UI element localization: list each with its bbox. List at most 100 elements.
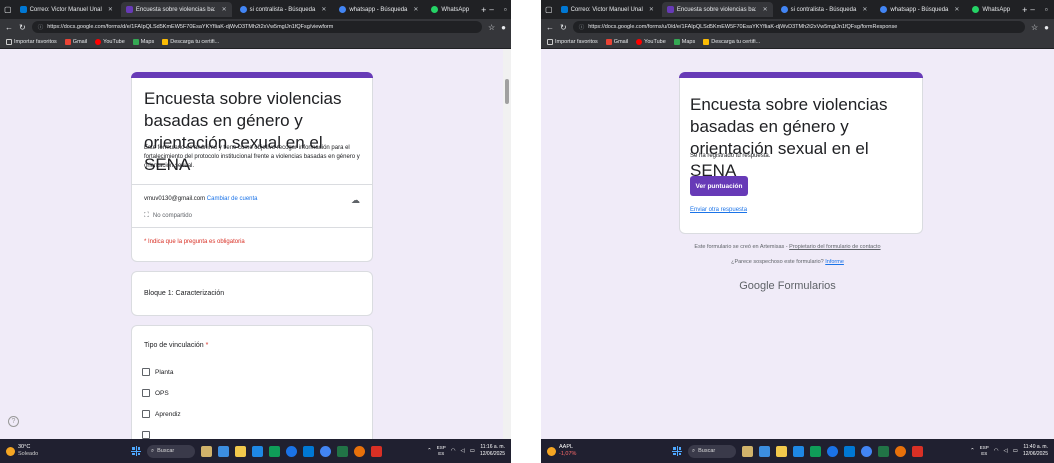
bookmark-gmail[interactable]: Gmail: [64, 38, 87, 45]
checkbox[interactable]: [142, 431, 150, 439]
bookmark-youtube[interactable]: YouTube: [636, 38, 666, 45]
option-planta[interactable]: Planta: [142, 368, 173, 376]
url-field[interactable]: ⓘ https://docs.google.com/forms/d/e/1FAIp…: [31, 21, 482, 33]
app-icon[interactable]: [269, 445, 280, 457]
reload-icon[interactable]: ↻: [19, 23, 26, 32]
contact-owner-link[interactable]: Propietario del formulario de contacto: [789, 244, 880, 250]
minimize-icon[interactable]: –: [1030, 5, 1034, 14]
checkbox[interactable]: [142, 389, 150, 397]
submit-another-link[interactable]: Enviar otra respuesta: [690, 207, 747, 213]
tab-whatsapp[interactable]: WhatsApp: [426, 2, 474, 17]
new-tab-button[interactable]: +: [1022, 5, 1027, 15]
tab-search-whatsapp[interactable]: whatsapp - Búsqueda ✕: [875, 2, 964, 17]
tab-search-contralista[interactable]: si contralista - Búsqueda ✕: [235, 2, 332, 17]
language-indicator[interactable]: ESP ES: [980, 445, 989, 457]
scrollbar-thumb[interactable]: [505, 79, 509, 104]
taskbar-search[interactable]: ⌕ Buscar: [147, 444, 195, 458]
bookmark-gmail[interactable]: Gmail: [605, 38, 628, 45]
tab-actions-icon[interactable]: ▢: [545, 5, 553, 14]
battery-icon[interactable]: ▭: [1013, 448, 1018, 454]
close-icon[interactable]: ✕: [108, 6, 113, 13]
close-icon[interactable]: ✕: [321, 6, 326, 13]
chevron-up-icon[interactable]: ⌃: [970, 448, 975, 454]
store-app-icon[interactable]: [252, 445, 263, 457]
tab-forms[interactable]: Encuesta sobre violencias ba: ✕: [120, 2, 232, 17]
outlook-app-icon[interactable]: [844, 445, 855, 457]
volume-icon[interactable]: ◁: [1004, 448, 1008, 454]
battery-icon[interactable]: ▭: [470, 448, 475, 454]
maximize-icon[interactable]: ▫: [504, 5, 507, 14]
wifi-icon[interactable]: ◠: [994, 448, 999, 454]
report-link[interactable]: Informe: [825, 259, 844, 265]
view-score-button[interactable]: Ver puntuación: [690, 176, 748, 196]
tab-forms[interactable]: Encuesta sobre violencias ba: ✕: [661, 2, 773, 17]
profile-icon[interactable]: ●: [1044, 23, 1049, 32]
outlook-app-icon[interactable]: [303, 445, 314, 457]
tab-whatsapp[interactable]: WhatsApp: [967, 2, 1015, 17]
tab-outlook[interactable]: Correo: Victor Manuel Unal ✕: [15, 2, 118, 17]
widgets-app-icon[interactable]: [742, 445, 753, 457]
close-icon[interactable]: ✕: [413, 6, 418, 13]
file-explorer-icon[interactable]: [776, 445, 787, 457]
close-icon[interactable]: ✕: [222, 6, 227, 13]
pdf-icon[interactable]: [371, 445, 382, 457]
close-icon[interactable]: ✕: [862, 6, 867, 13]
new-tab-button[interactable]: +: [481, 5, 486, 15]
reload-icon[interactable]: ↻: [560, 23, 567, 32]
profile-icon[interactable]: ●: [501, 23, 506, 32]
star-icon[interactable]: ☆: [488, 23, 495, 32]
option-aprendiz[interactable]: Aprendiz: [142, 410, 181, 418]
clock[interactable]: 11:40 a. m. 12/06/2025: [1023, 444, 1048, 458]
bookmark-youtube[interactable]: YouTube: [95, 38, 125, 45]
taskbar-search[interactable]: ⌕ Buscar: [688, 444, 736, 458]
close-icon[interactable]: ✕: [649, 6, 654, 13]
tab-outlook[interactable]: Correo: Victor Manuel Unal ✕: [556, 2, 659, 17]
close-icon[interactable]: ✕: [954, 6, 959, 13]
volume-icon[interactable]: ◁: [461, 448, 465, 454]
excel-icon[interactable]: [878, 445, 889, 457]
site-info-icon[interactable]: ⓘ: [38, 23, 44, 31]
back-icon[interactable]: ←: [5, 23, 13, 32]
bookmark-certificate[interactable]: Descarga tu certifi...: [703, 38, 760, 45]
chevron-up-icon[interactable]: ⌃: [427, 448, 432, 454]
checkbox[interactable]: [142, 368, 150, 376]
app-icon[interactable]: [895, 445, 906, 457]
chrome-icon[interactable]: [320, 445, 331, 457]
star-icon[interactable]: ☆: [1031, 23, 1038, 32]
tab-actions-icon[interactable]: ▢: [4, 5, 12, 14]
option-ops[interactable]: OPS: [142, 389, 169, 397]
language-indicator[interactable]: ESP ES: [437, 445, 446, 457]
file-explorer-icon[interactable]: [235, 445, 246, 457]
site-info-icon[interactable]: ⓘ: [579, 23, 585, 31]
maximize-icon[interactable]: ▫: [1045, 5, 1048, 14]
bookmark-import[interactable]: Importar favoritos: [6, 38, 57, 45]
app-icon[interactable]: [354, 445, 365, 457]
app-icon[interactable]: [810, 445, 821, 457]
wifi-icon[interactable]: ◠: [451, 448, 456, 454]
edge-icon[interactable]: [286, 445, 297, 457]
minimize-icon[interactable]: –: [489, 5, 493, 14]
scrollbar[interactable]: [503, 49, 511, 439]
bookmark-maps[interactable]: Maps: [673, 38, 695, 45]
weather-widget[interactable]: 30°C Soleado: [6, 444, 76, 458]
url-field[interactable]: ⓘ https://docs.google.com/forms/u/0/d/e/1…: [572, 21, 1025, 33]
tab-search-whatsapp[interactable]: whatsapp - Búsqueda ✕: [334, 2, 423, 17]
help-icon[interactable]: ?: [8, 416, 19, 427]
bookmark-maps[interactable]: Maps: [132, 38, 154, 45]
task-view-icon[interactable]: [759, 445, 770, 457]
switch-account-link[interactable]: Cambiar de cuenta: [207, 196, 258, 202]
task-view-icon[interactable]: [218, 445, 229, 457]
close-icon[interactable]: ✕: [763, 6, 768, 13]
excel-icon[interactable]: [337, 445, 348, 457]
store-app-icon[interactable]: [793, 445, 804, 457]
clock[interactable]: 11:16 a. m. 12/06/2025: [480, 444, 505, 458]
windows-start-icon[interactable]: [672, 446, 682, 456]
option-partial[interactable]: [142, 431, 150, 439]
windows-start-icon[interactable]: [131, 446, 141, 456]
stock-widget[interactable]: AAPL -1,07%: [547, 444, 617, 458]
tab-search-contralista[interactable]: si contralista - Búsqueda ✕: [776, 2, 873, 17]
bookmark-certificate[interactable]: Descarga tu certifi...: [162, 38, 219, 45]
back-icon[interactable]: ←: [546, 23, 554, 32]
edge-icon[interactable]: [827, 445, 838, 457]
bookmark-import[interactable]: Importar favoritos: [547, 38, 598, 45]
